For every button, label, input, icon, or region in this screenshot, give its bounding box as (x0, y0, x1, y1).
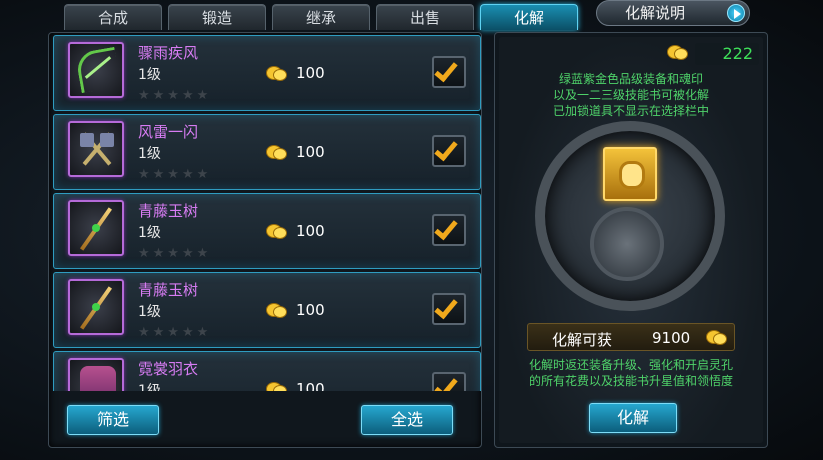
select-all-button[interactable]: 全选 (361, 405, 453, 435)
gold-ingot-icon (603, 147, 657, 201)
star-rating: ★★★★★ (138, 246, 212, 261)
item-level: 1级 (138, 225, 161, 241)
game-frame: 合成 锻造 继承 出售 化解 化解说明 骤雨疾风 1级 ★★★★★ 100 风雷… (0, 0, 823, 460)
star-rating: ★★★★★ (138, 167, 212, 182)
gain-label: 化解可获 (552, 331, 613, 349)
checkmark-icon (434, 136, 458, 162)
gold-balance: 222 (695, 43, 759, 65)
filter-button[interactable]: 筛选 (67, 405, 159, 435)
select-checkbox[interactable] (432, 135, 466, 167)
item-list-panel: 骤雨疾风 1级 ★★★★★ 100 风雷一闪 1级 ★★★★★ 100 青藤玉树… (48, 32, 482, 448)
info-line: 化解时返还装备升级、强化和开启灵孔 (528, 358, 733, 372)
dissolve-button[interactable]: 化解 (589, 403, 677, 433)
select-checkbox[interactable] (432, 372, 466, 391)
list-item[interactable]: 霓裳羽衣 1级 ★★★★★ 100 (53, 351, 481, 391)
item-name: 风雷一闪 (138, 123, 199, 141)
checkmark-icon (434, 373, 458, 391)
select-checkbox[interactable] (432, 56, 466, 88)
item-name: 骤雨疾风 (138, 44, 199, 62)
dissolve-panel-inner: 222 绿蓝紫金色品级装备和魂印 以及一二三级技能书可被化解 已加锁道具不显示在… (499, 37, 763, 443)
item-level: 1级 (138, 146, 161, 162)
gold-coin-icon (266, 301, 288, 319)
bow-weapon-icon (68, 42, 124, 98)
dissolve-note: 绿蓝紫金色品级装备和魂印 以及一二三级技能书可被化解 已加锁道具不显示在选择栏中 (507, 71, 755, 119)
gold-coin-icon (266, 64, 288, 82)
item-price: 100 (296, 64, 325, 82)
item-list[interactable]: 骤雨疾风 1级 ★★★★★ 100 风雷一闪 1级 ★★★★★ 100 青藤玉树… (53, 35, 481, 391)
item-price: 100 (296, 380, 325, 391)
tab-dissolve[interactable]: 化解 (480, 4, 578, 30)
note-line: 已加锁道具不显示在选择栏中 (552, 104, 709, 118)
play-arrow-icon (727, 4, 745, 22)
spear-weapon-icon (68, 200, 124, 256)
checkmark-icon (434, 215, 458, 241)
info-line: 的所有花费以及技能书升星值和领悟度 (528, 374, 733, 388)
select-checkbox[interactable] (432, 293, 466, 325)
refund-info: 化解时返还装备升级、强化和开启灵孔 的所有花费以及技能书升星值和领悟度 (505, 357, 757, 389)
dissolve-explain-button[interactable]: 化解说明 (596, 0, 750, 26)
dissolve-panel: 222 绿蓝紫金色品级装备和魂印 以及一二三级技能书可被化解 已加锁道具不显示在… (494, 32, 768, 448)
item-name: 青藤玉树 (138, 202, 199, 220)
checkmark-icon (434, 57, 458, 83)
wheel-emblem (590, 207, 664, 281)
select-checkbox[interactable] (432, 214, 466, 246)
item-level: 1级 (138, 383, 161, 391)
item-name: 霓裳羽衣 (138, 360, 199, 378)
item-level: 1级 (138, 67, 161, 83)
item-price: 100 (296, 143, 325, 161)
tab-sell[interactable]: 出售 (376, 4, 474, 30)
note-line: 绿蓝紫金色品级装备和魂印 (558, 72, 703, 86)
note-line: 以及一二三级技能书可被化解 (552, 88, 709, 102)
item-price: 100 (296, 222, 325, 240)
gold-coin-icon (266, 143, 288, 161)
checkmark-icon (434, 294, 458, 320)
list-item[interactable]: 青藤玉树 1级 ★★★★★ 100 (53, 193, 481, 269)
item-name: 青藤玉树 (138, 281, 199, 299)
tab-inherit[interactable]: 继承 (272, 4, 370, 30)
list-item[interactable]: 青藤玉树 1级 ★★★★★ 100 (53, 272, 481, 348)
item-price: 100 (296, 301, 325, 319)
robe-armor-icon (68, 358, 124, 391)
gold-coin-icon (266, 222, 288, 240)
tab-forge[interactable]: 锻造 (168, 4, 266, 30)
explain-button-label: 化解说明 (625, 4, 686, 22)
item-level: 1级 (138, 304, 161, 320)
star-rating: ★★★★★ (138, 88, 212, 103)
list-item[interactable]: 风雷一闪 1级 ★★★★★ 100 (53, 114, 481, 190)
tab-synthesize[interactable]: 合成 (64, 4, 162, 30)
tab-bar: 合成 锻造 继承 出售 化解 (64, 4, 578, 32)
spear-weapon-icon (68, 279, 124, 335)
star-rating: ★★★★★ (138, 325, 212, 340)
gold-coin-icon (266, 380, 288, 391)
axe-weapon-icon (68, 121, 124, 177)
dissolve-gain-bar: 化解可获 9100 (527, 323, 735, 351)
gain-value: 9100 (652, 329, 691, 347)
gold-coin-icon (667, 43, 689, 63)
list-item[interactable]: 骤雨疾风 1级 ★★★★★ 100 (53, 35, 481, 111)
